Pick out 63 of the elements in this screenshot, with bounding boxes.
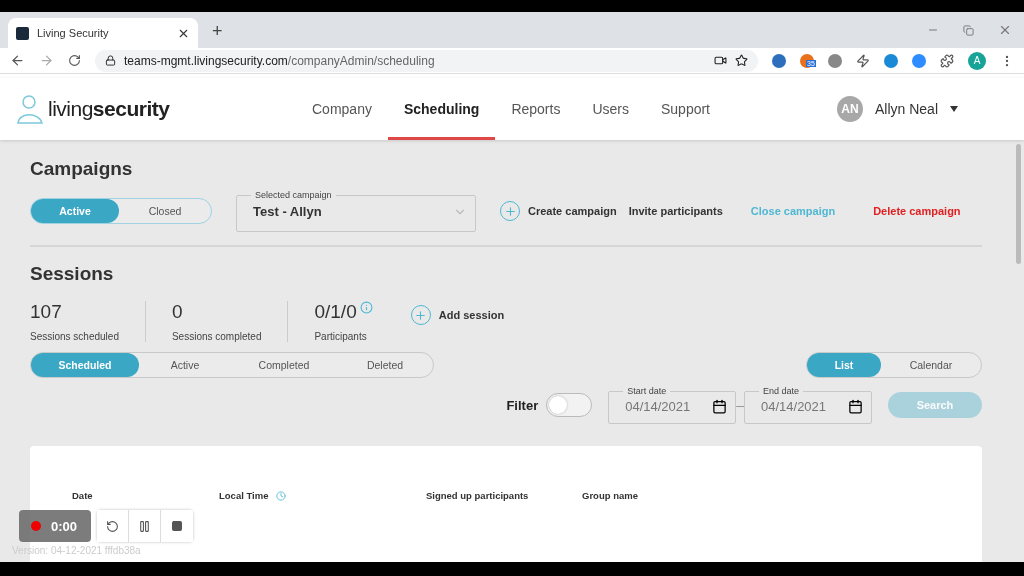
nav-tab[interactable]: Support [644, 78, 726, 140]
pause-button[interactable] [129, 510, 161, 542]
reload-icon[interactable] [68, 54, 81, 67]
filter-label: Filter [506, 397, 539, 413]
view-tab[interactable]: Calendar [881, 353, 981, 377]
column-header[interactable]: Date [72, 490, 93, 501]
user-name[interactable]: Allyn Neal [874, 101, 938, 117]
restart-button[interactable] [97, 510, 129, 542]
nav-tab[interactable]: Reports [495, 78, 577, 140]
filter-switch[interactable] [546, 393, 593, 417]
column-header[interactable]: Local Time [219, 490, 269, 501]
status-tab[interactable]: Completed [231, 353, 337, 377]
clock-icon [276, 490, 287, 501]
camera-icon[interactable] [714, 54, 727, 67]
puzzle-icon[interactable] [940, 53, 954, 68]
tab-title: Living Security [37, 27, 109, 39]
scrollbar-thumb[interactable] [1015, 144, 1021, 264]
brand-logo[interactable]: livingsecurity [48, 97, 170, 121]
extension-icon[interactable] [772, 53, 786, 68]
browser-tab[interactable]: Living Security [8, 18, 198, 48]
lock-icon [105, 55, 116, 66]
star-icon[interactable] [735, 54, 748, 67]
stop-button[interactable] [161, 510, 193, 542]
status-tab[interactable]: Deleted [337, 353, 433, 377]
recording-timer: 0:00 [19, 510, 91, 542]
restart-icon [106, 519, 119, 533]
invite-participants-link[interactable]: Invite participants [628, 205, 723, 217]
start-date-field[interactable]: Start date 04/14/2021 [608, 386, 737, 424]
extension-icon[interactable] [912, 53, 926, 68]
nav-tab[interactable]: Users [576, 78, 645, 140]
section-title: Sessions [30, 263, 115, 285]
back-icon[interactable] [10, 53, 25, 68]
stat-value: 0/1/0 [314, 301, 357, 323]
column-header[interactable]: Group name [582, 490, 638, 501]
create-campaign-link[interactable]: Create campaign [500, 201, 617, 221]
section-title: Campaigns [30, 158, 134, 180]
column-header[interactable]: Signed up participants [426, 490, 529, 501]
pause-icon [138, 519, 151, 533]
extension-icon[interactable] [828, 53, 842, 68]
caret-icon[interactable] [950, 106, 958, 112]
site-favicon-icon [16, 26, 29, 40]
stat-label: Participants [314, 331, 368, 342]
delete-campaign-link[interactable]: Delete campaign [873, 205, 961, 217]
calendar-icon[interactable] [712, 399, 728, 414]
url-text: teams-mgmt.livingsecurity.com/companyAdmin/scheduling [124, 53, 435, 68]
stat-label: Sessions scheduled [30, 331, 119, 342]
range-dash: – [736, 397, 744, 413]
calendar-icon[interactable] [848, 399, 863, 414]
end-date-field[interactable]: End date 04/14/2021 [744, 386, 872, 424]
segment-tab[interactable]: Closed [119, 199, 211, 223]
stat-label: Sessions completed [171, 331, 262, 342]
status-tab[interactable]: Active [139, 353, 231, 377]
extension-icon[interactable] [884, 53, 898, 68]
add-session-link[interactable]: Add session [410, 305, 505, 325]
new-tab-button[interactable]: + [198, 21, 223, 48]
address-bar[interactable]: teams-mgmt.livingsecurity.com/companyAdmin/scheduling [95, 49, 758, 72]
bolt-icon[interactable] [856, 53, 870, 68]
stop-icon [171, 520, 183, 532]
person-logo-icon [16, 94, 46, 124]
nav-tab[interactable]: Company [296, 78, 388, 140]
campaign-select[interactable]: Selected campaign Test - Allyn [236, 190, 476, 232]
stat-value: 107 [30, 301, 62, 323]
stat-value: 0 [171, 301, 183, 323]
